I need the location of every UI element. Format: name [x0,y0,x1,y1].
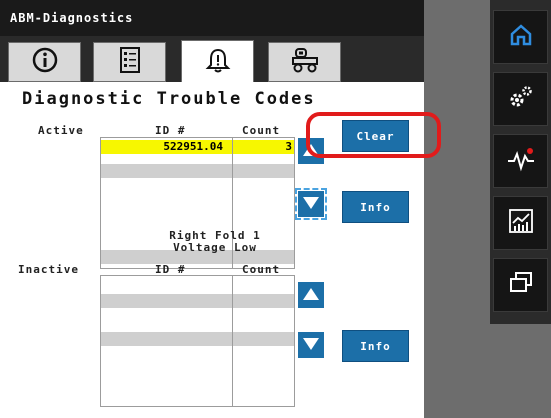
inactive-codes-table [100,275,295,407]
table-row[interactable]: 522951.04 3 [101,140,294,154]
sidebar-nav [490,0,551,324]
arrow-down-icon [302,336,320,355]
sidebar-item-settings[interactable] [493,72,548,126]
inactive-scroll-down-button[interactable] [298,332,324,358]
active-info-button[interactable]: Info [342,191,409,223]
fault-description: Right Fold 1 Voltage Low [150,230,280,254]
active-count-header: Count [242,124,281,137]
tab-info[interactable] [8,42,81,82]
home-icon [508,22,534,52]
window-switch-icon [507,270,535,300]
tab-checklist[interactable] [93,42,166,82]
tab-bar [0,36,424,84]
display-screen: ABM-Diagnostics Diagnostic Trouble Codes… [0,0,551,418]
alert-bell-icon [205,47,231,79]
info-icon [31,46,59,78]
sidebar-item-diagnostics[interactable] [493,134,548,188]
table-row[interactable] [101,294,294,308]
performance-chart-icon [507,207,535,239]
inactive-scroll-up-button[interactable] [298,282,324,308]
inactive-label: Inactive [18,263,79,276]
settings-gears-icon [507,83,535,115]
inactive-info-button[interactable]: Info [342,330,409,362]
sidebar-item-home[interactable] [493,10,548,64]
arrow-up-icon [302,286,320,305]
sidebar-item-windows[interactable] [493,258,548,312]
dtc-count [233,164,294,178]
fault-description-line2: Voltage Low [173,241,257,254]
table-row[interactable] [101,208,294,222]
arrow-down-icon [302,195,320,214]
active-label: Active [38,124,84,137]
checklist-icon [117,46,143,78]
machine-icon [290,46,320,78]
dtc-count: 3 [285,140,292,153]
main-panel: ABM-Diagnostics Diagnostic Trouble Codes… [0,0,424,418]
dtc-count [233,208,294,222]
page-title: Diagnostic Trouble Codes [22,89,316,109]
table-row[interactable] [101,164,294,178]
diagnostics-pulse-icon [506,146,536,176]
dtc-id: 522951.04 [163,140,223,153]
table-row[interactable] [101,332,294,346]
column-divider [232,276,233,406]
clear-button-annotation [306,112,441,158]
dtc-id [101,164,231,178]
dtc-id [101,208,231,222]
active-id-header: ID # [155,124,186,137]
scroll-down-button[interactable] [295,188,327,220]
table-row[interactable] [101,376,294,390]
tab-machine[interactable] [268,42,341,82]
sidebar-item-performance[interactable] [493,196,548,250]
app-title: ABM-Diagnostics [0,0,424,36]
tab-alerts[interactable] [181,40,254,84]
